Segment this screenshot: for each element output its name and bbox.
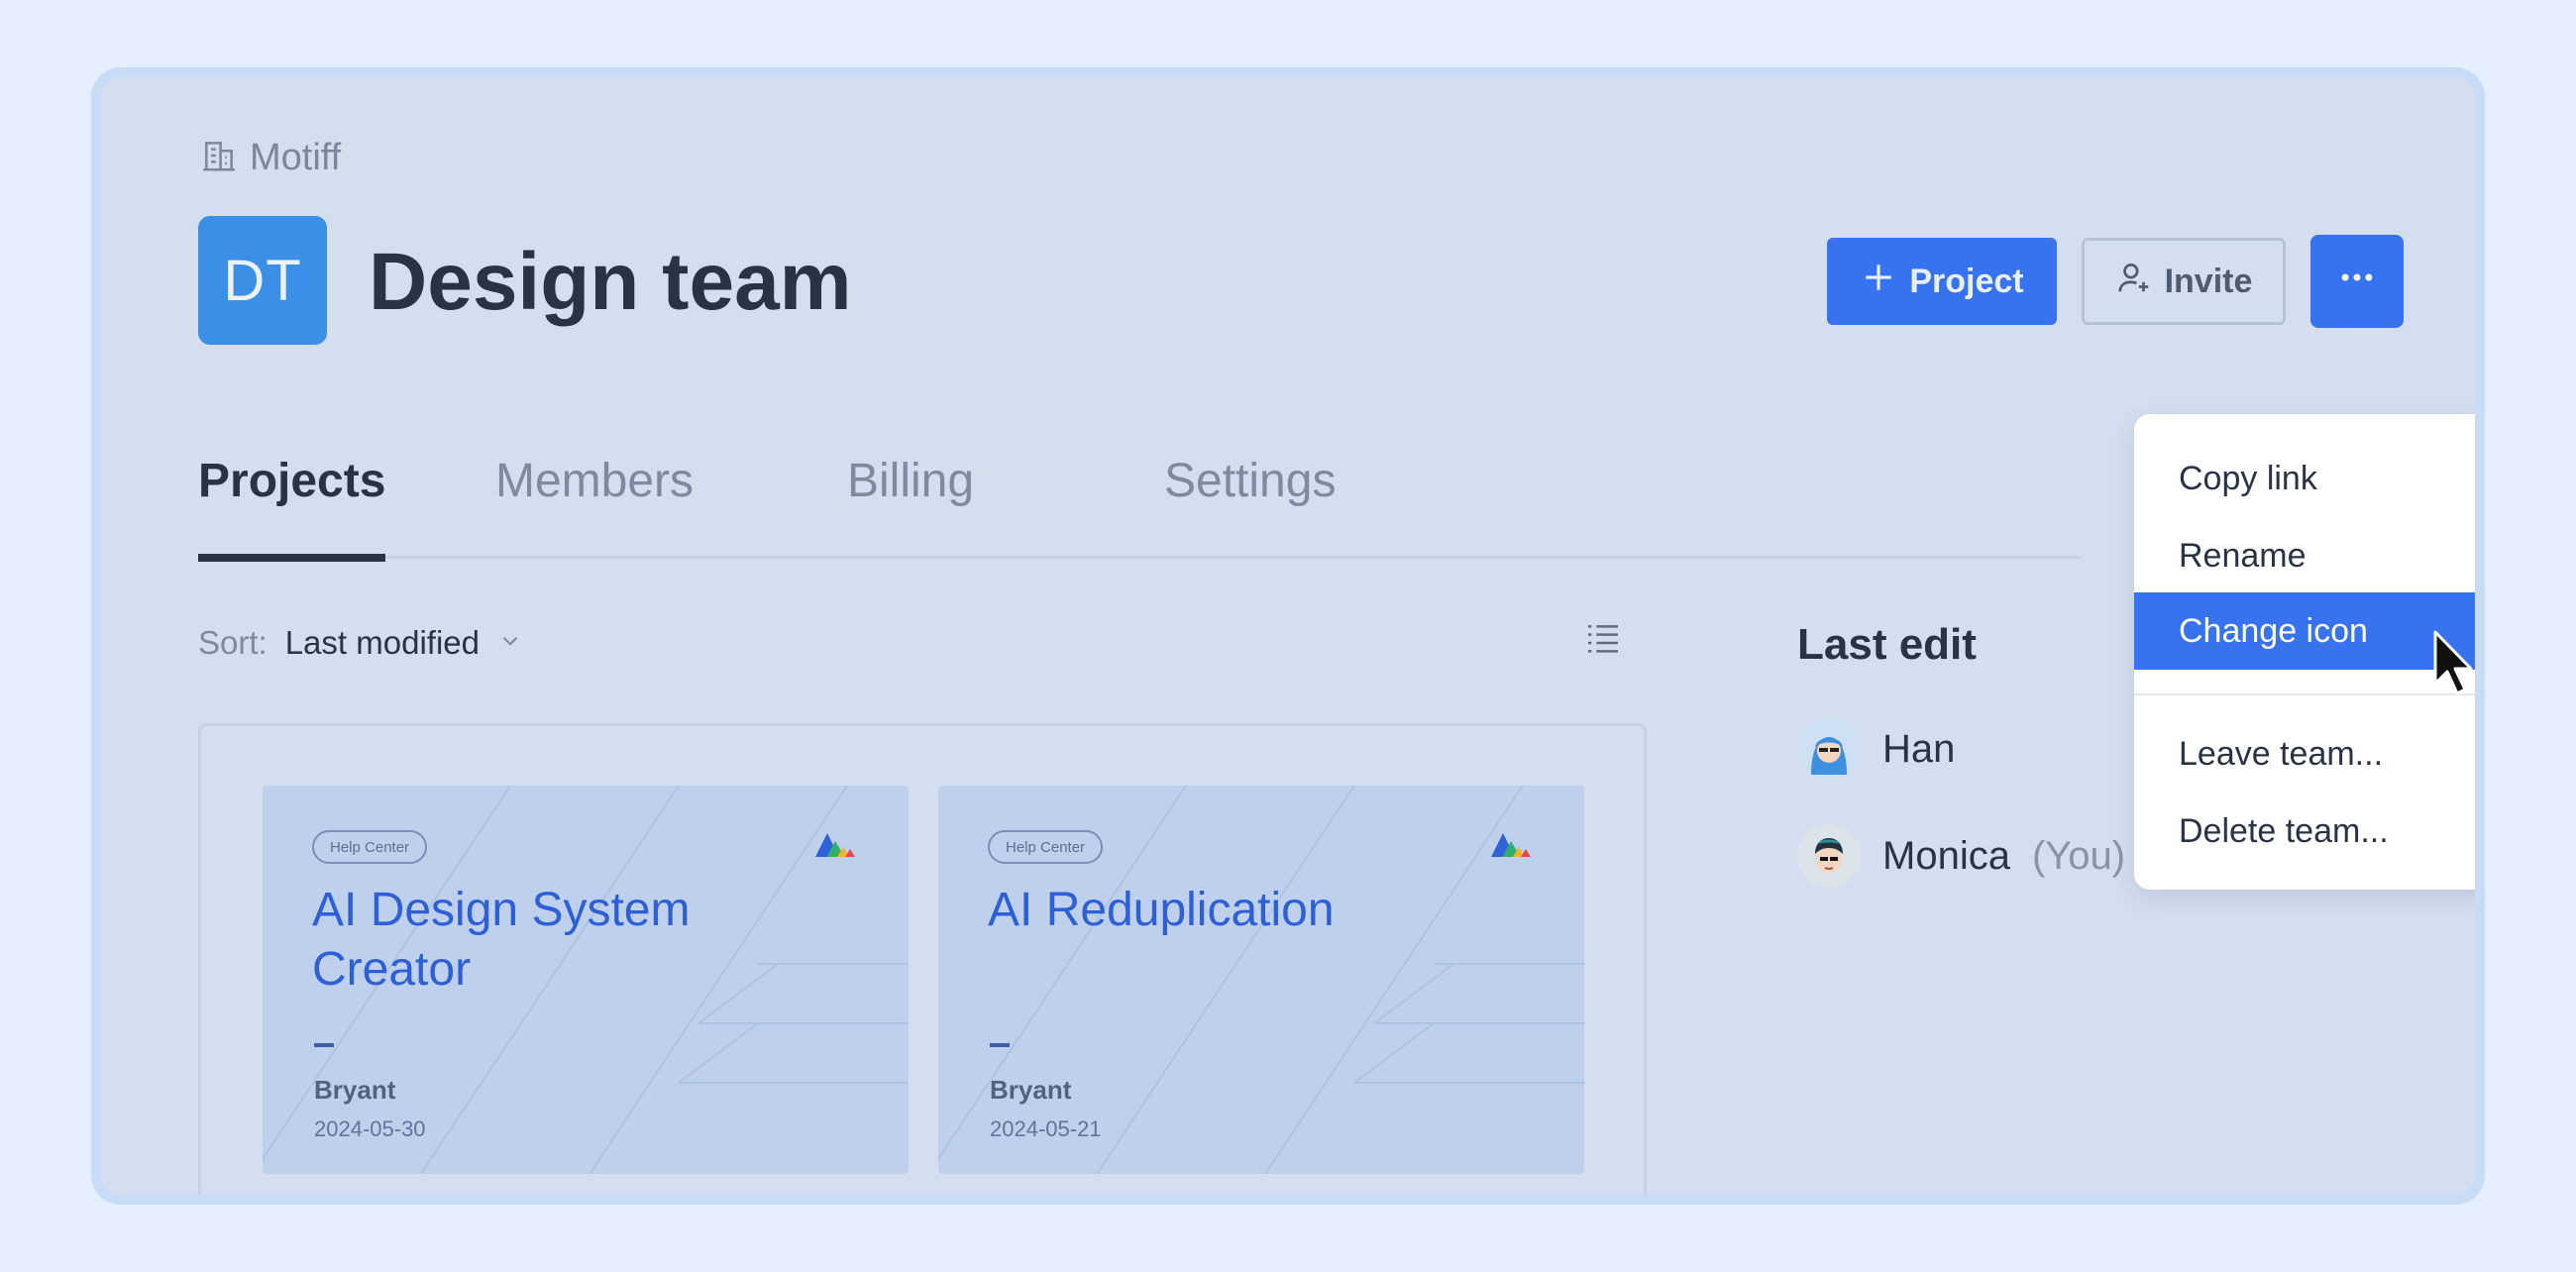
editor-name: Monica (1882, 833, 2010, 878)
add-user-icon (2115, 259, 2153, 305)
building-icon (200, 137, 238, 179)
team-page: Motiff DT Design team Project Invite Pro… (91, 67, 2485, 1205)
new-project-button[interactable]: Project (1827, 238, 2057, 325)
editor-row[interactable]: Monica (You) (1797, 824, 2125, 888)
project-card[interactable]: Help Center AI Reduplication Bryant 2024… (938, 786, 1584, 1174)
more-options-button[interactable] (2310, 235, 2404, 328)
tab-billing[interactable]: Billing (847, 454, 974, 559)
team-avatar[interactable]: DT (198, 216, 327, 345)
invite-button[interactable]: Invite (2082, 238, 2286, 325)
page-title: Design team (369, 237, 852, 327)
mouse-cursor-icon (2431, 628, 2475, 699)
dash-mark (990, 1043, 1010, 1047)
tab-settings[interactable]: Settings (1164, 454, 1336, 559)
invite-label: Invite (2164, 262, 2253, 300)
current-user-tag: (You) (2031, 833, 2126, 878)
editor-name: Han (1882, 726, 1956, 771)
category-chip: Help Center (988, 830, 1104, 864)
plus-icon (1860, 259, 1897, 305)
tab-bar: Projects Members Billing Settings (198, 454, 2081, 562)
team-initials: DT (223, 248, 302, 313)
project-card[interactable]: Help Center AI Design System Creator Bry… (263, 786, 909, 1174)
list-view-icon[interactable] (1583, 618, 1623, 658)
sort-value[interactable]: Last modified (285, 624, 480, 662)
menu-item-delete-team[interactable]: Delete team... (2134, 793, 2475, 870)
project-title: AI Reduplication (988, 884, 1335, 936)
category-chip: Help Center (312, 830, 428, 864)
project-date: 2024-05-21 (990, 1116, 1102, 1141)
more-horizontal-icon (2338, 259, 2376, 305)
project-author: Bryant (990, 1075, 1072, 1105)
motiff-logo-icon (813, 829, 857, 859)
editor-row[interactable]: Han (1797, 717, 1955, 781)
chevron-down-icon[interactable] (497, 624, 523, 662)
project-author: Bryant (314, 1075, 396, 1105)
menu-item-rename[interactable]: Rename (2134, 517, 2475, 594)
project-date: 2024-05-30 (314, 1116, 426, 1141)
project-grid: Help Center AI Design System Creator Bry… (198, 723, 1647, 1195)
last-edit-heading: Last edit (1797, 620, 1977, 669)
dash-mark (314, 1043, 334, 1047)
breadcrumb-label[interactable]: Motiff (250, 137, 341, 179)
menu-item-leave-team[interactable]: Leave team... (2134, 715, 2475, 793)
project-title: AI Design System Creator (312, 884, 691, 996)
motiff-logo-icon (1489, 829, 1533, 859)
breadcrumb[interactable]: Motiff (200, 137, 341, 179)
sort-label: Sort: (198, 624, 268, 661)
avatar (1797, 824, 1861, 888)
menu-item-copy-link[interactable]: Copy link (2134, 440, 2475, 517)
tab-members[interactable]: Members (495, 454, 694, 559)
sort-control[interactable]: Sort: Last modified (198, 624, 523, 662)
new-project-label: Project (1909, 262, 2024, 300)
tab-projects[interactable]: Projects (198, 454, 386, 562)
avatar (1797, 717, 1861, 781)
